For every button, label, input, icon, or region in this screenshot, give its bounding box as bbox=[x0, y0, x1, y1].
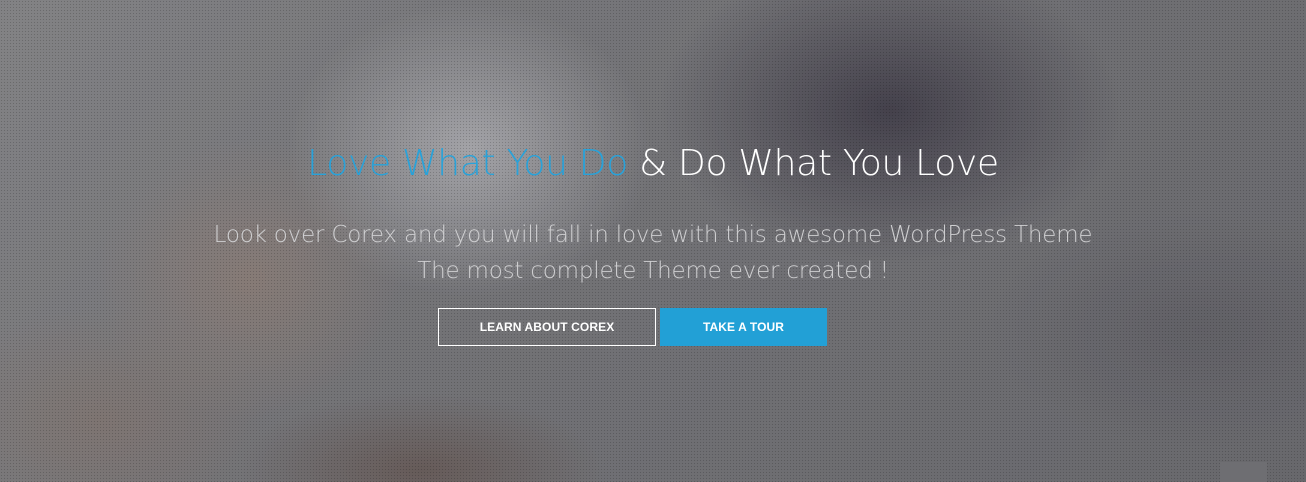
hero-subline-2: The most complete Theme ever created ! bbox=[417, 258, 889, 284]
headline-accent: Love What You Do bbox=[307, 143, 628, 184]
take-a-tour-button[interactable]: TAKE A TOUR bbox=[660, 308, 827, 346]
hero-subline-1: Look over Corex and you will fall in lov… bbox=[213, 222, 1093, 248]
scroll-to-top-button[interactable] bbox=[1220, 462, 1267, 482]
hero-headline: Love What You Do & Do What You Love bbox=[20, 138, 1286, 190]
hero-section: Love What You Do & Do What You Love Look… bbox=[0, 0, 1306, 482]
learn-about-corex-button[interactable]: LEARN ABOUT COREX bbox=[438, 308, 656, 346]
headline-rest: & Do What You Love bbox=[627, 143, 999, 184]
